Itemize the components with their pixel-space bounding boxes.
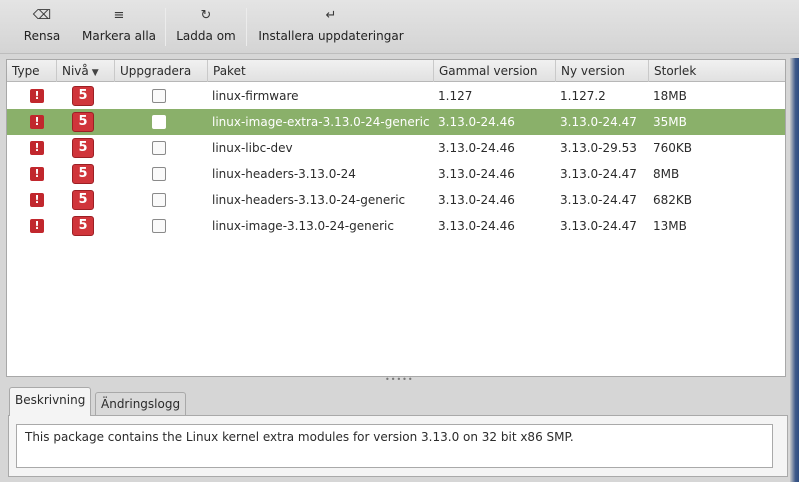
clear-label: Rensa xyxy=(23,29,61,43)
toolbar: ⌫ Rensa ≡ Markera alla ↻ Ladda om ↵ Inst… xyxy=(0,0,799,54)
install-updates-button[interactable]: ↵ Installera uppdateringar xyxy=(256,6,406,50)
upgrade-checkbox[interactable] xyxy=(152,141,166,155)
security-alert-icon: ! xyxy=(30,115,44,129)
new-version: 3.13.0-24.47 xyxy=(560,219,637,233)
reload-icon: ↻ xyxy=(200,8,212,23)
column-label: Paket xyxy=(213,64,246,78)
old-version: 3.13.0-24.46 xyxy=(438,167,515,181)
new-version: 1.127.2 xyxy=(560,89,606,103)
package-name: linux-headers-3.13.0-24 xyxy=(212,167,356,181)
upgrade-checkbox[interactable] xyxy=(152,115,166,129)
package-size: 760KB xyxy=(653,141,693,155)
reload-button[interactable]: ↻ Ladda om xyxy=(174,6,238,50)
column-header-new-version[interactable]: Ny version xyxy=(556,60,649,82)
column-header-upgrade[interactable]: Uppgradera xyxy=(115,60,208,82)
package-name: linux-headers-3.13.0-24-generic xyxy=(212,193,406,207)
column-header-old-version[interactable]: Gammal version xyxy=(434,60,556,82)
old-version: 3.13.0-24.46 xyxy=(438,115,515,129)
level-badge: 5 xyxy=(72,86,94,106)
column-header-level[interactable]: Nivå ▼ xyxy=(57,60,115,82)
old-version: 3.13.0-24.46 xyxy=(438,193,515,207)
column-header-package[interactable]: Paket xyxy=(208,60,434,82)
level-badge: 5 xyxy=(72,164,94,184)
column-label: Nivå xyxy=(62,64,89,78)
new-version: 3.13.0-24.47 xyxy=(560,193,637,207)
tab-description[interactable]: Beskrivning xyxy=(9,387,92,416)
select-all-button[interactable]: ≡ Markera alla xyxy=(80,6,158,50)
sort-descending-icon: ▼ xyxy=(91,68,99,78)
install-icon: ↵ xyxy=(325,8,337,23)
description-text: This package contains the Linux kernel e… xyxy=(25,430,574,444)
clear-icon: ⌫ xyxy=(32,8,52,23)
level-badge: 5 xyxy=(72,112,94,132)
description-box: This package contains the Linux kernel e… xyxy=(16,424,773,468)
column-label: Type xyxy=(12,64,40,78)
package-size: 13MB xyxy=(653,219,687,233)
clear-button[interactable]: ⌫ Rensa xyxy=(20,6,64,50)
table-row[interactable]: ! 5 linux-headers-3.13.0-24-generic 3.13.0-… xyxy=(7,187,785,213)
table-header: Type Nivå ▼ Uppgradera Paket Gammal versi… xyxy=(7,60,785,82)
background-window-edge xyxy=(790,58,799,482)
package-name: linux-libc-dev xyxy=(212,141,293,155)
pane-splitter-handle[interactable]: ••••• xyxy=(385,376,413,384)
table-row[interactable]: ! 5 linux-headers-3.13.0-24 3.13.0-24.46 3.1… xyxy=(7,161,785,187)
upgrade-checkbox[interactable] xyxy=(152,193,166,207)
package-name: linux-image-3.13.0-24-generic xyxy=(212,219,394,233)
table-row[interactable]: ! 5 linux-libc-dev 3.13.0-24.46 3.13.0-29.53… xyxy=(7,135,785,161)
new-version: 3.13.0-24.47 xyxy=(560,115,637,129)
package-size: 682KB xyxy=(653,193,693,207)
level-badge: 5 xyxy=(72,216,94,236)
package-size: 8MB xyxy=(653,167,680,181)
select-all-label: Markera alla xyxy=(81,29,157,43)
reload-label: Ladda om xyxy=(176,29,236,43)
select-all-icon: ≡ xyxy=(113,8,125,23)
security-alert-icon: ! xyxy=(30,193,44,207)
upgrade-checkbox[interactable] xyxy=(152,219,166,233)
column-label: Storlek xyxy=(654,64,697,78)
security-alert-icon: ! xyxy=(30,219,44,233)
security-alert-icon: ! xyxy=(30,167,44,181)
table-row[interactable]: ! 5 linux-firmware 1.127 1.127.2 18MB xyxy=(7,83,785,109)
old-version: 3.13.0-24.46 xyxy=(438,141,515,155)
tab-changelog[interactable]: Ändringslogg xyxy=(95,392,187,415)
new-version: 3.13.0-24.47 xyxy=(560,167,637,181)
new-version: 3.13.0-29.53 xyxy=(560,141,637,155)
updates-table: Type Nivå ▼ Uppgradera Paket Gammal versi… xyxy=(6,59,786,377)
column-label: Uppgradera xyxy=(120,64,192,78)
tab-content: This package contains the Linux kernel e… xyxy=(8,415,788,477)
toolbar-separator xyxy=(165,8,166,46)
old-version: 1.127 xyxy=(438,89,473,103)
column-label: Ny version xyxy=(561,64,625,78)
upgrade-checkbox[interactable] xyxy=(152,167,166,181)
table-row[interactable]: ! 5 linux-image-3.13.0-24-generic 3.13.0-24… xyxy=(7,213,785,239)
details-panel: Beskrivning Ändringslogg This package co… xyxy=(6,383,792,479)
package-name: linux-image-extra-3.13.0-24-generic xyxy=(212,115,430,129)
security-alert-icon: ! xyxy=(30,89,44,103)
install-label: Installera uppdateringar xyxy=(258,29,404,43)
column-header-type[interactable]: Type xyxy=(7,60,57,82)
level-badge: 5 xyxy=(72,190,94,210)
column-label: Gammal version xyxy=(439,64,538,78)
security-alert-icon: ! xyxy=(30,141,44,155)
upgrade-checkbox[interactable] xyxy=(152,89,166,103)
old-version: 3.13.0-24.46 xyxy=(438,219,515,233)
column-header-size[interactable]: Storlek xyxy=(649,60,785,82)
level-badge: 5 xyxy=(72,138,94,158)
toolbar-separator xyxy=(246,8,247,46)
table-row[interactable]: ! 5 linux-image-extra-3.13.0-24-generic 3.1… xyxy=(7,109,785,135)
package-size: 18MB xyxy=(653,89,687,103)
package-name: linux-firmware xyxy=(212,89,299,103)
package-size: 35MB xyxy=(653,115,687,129)
